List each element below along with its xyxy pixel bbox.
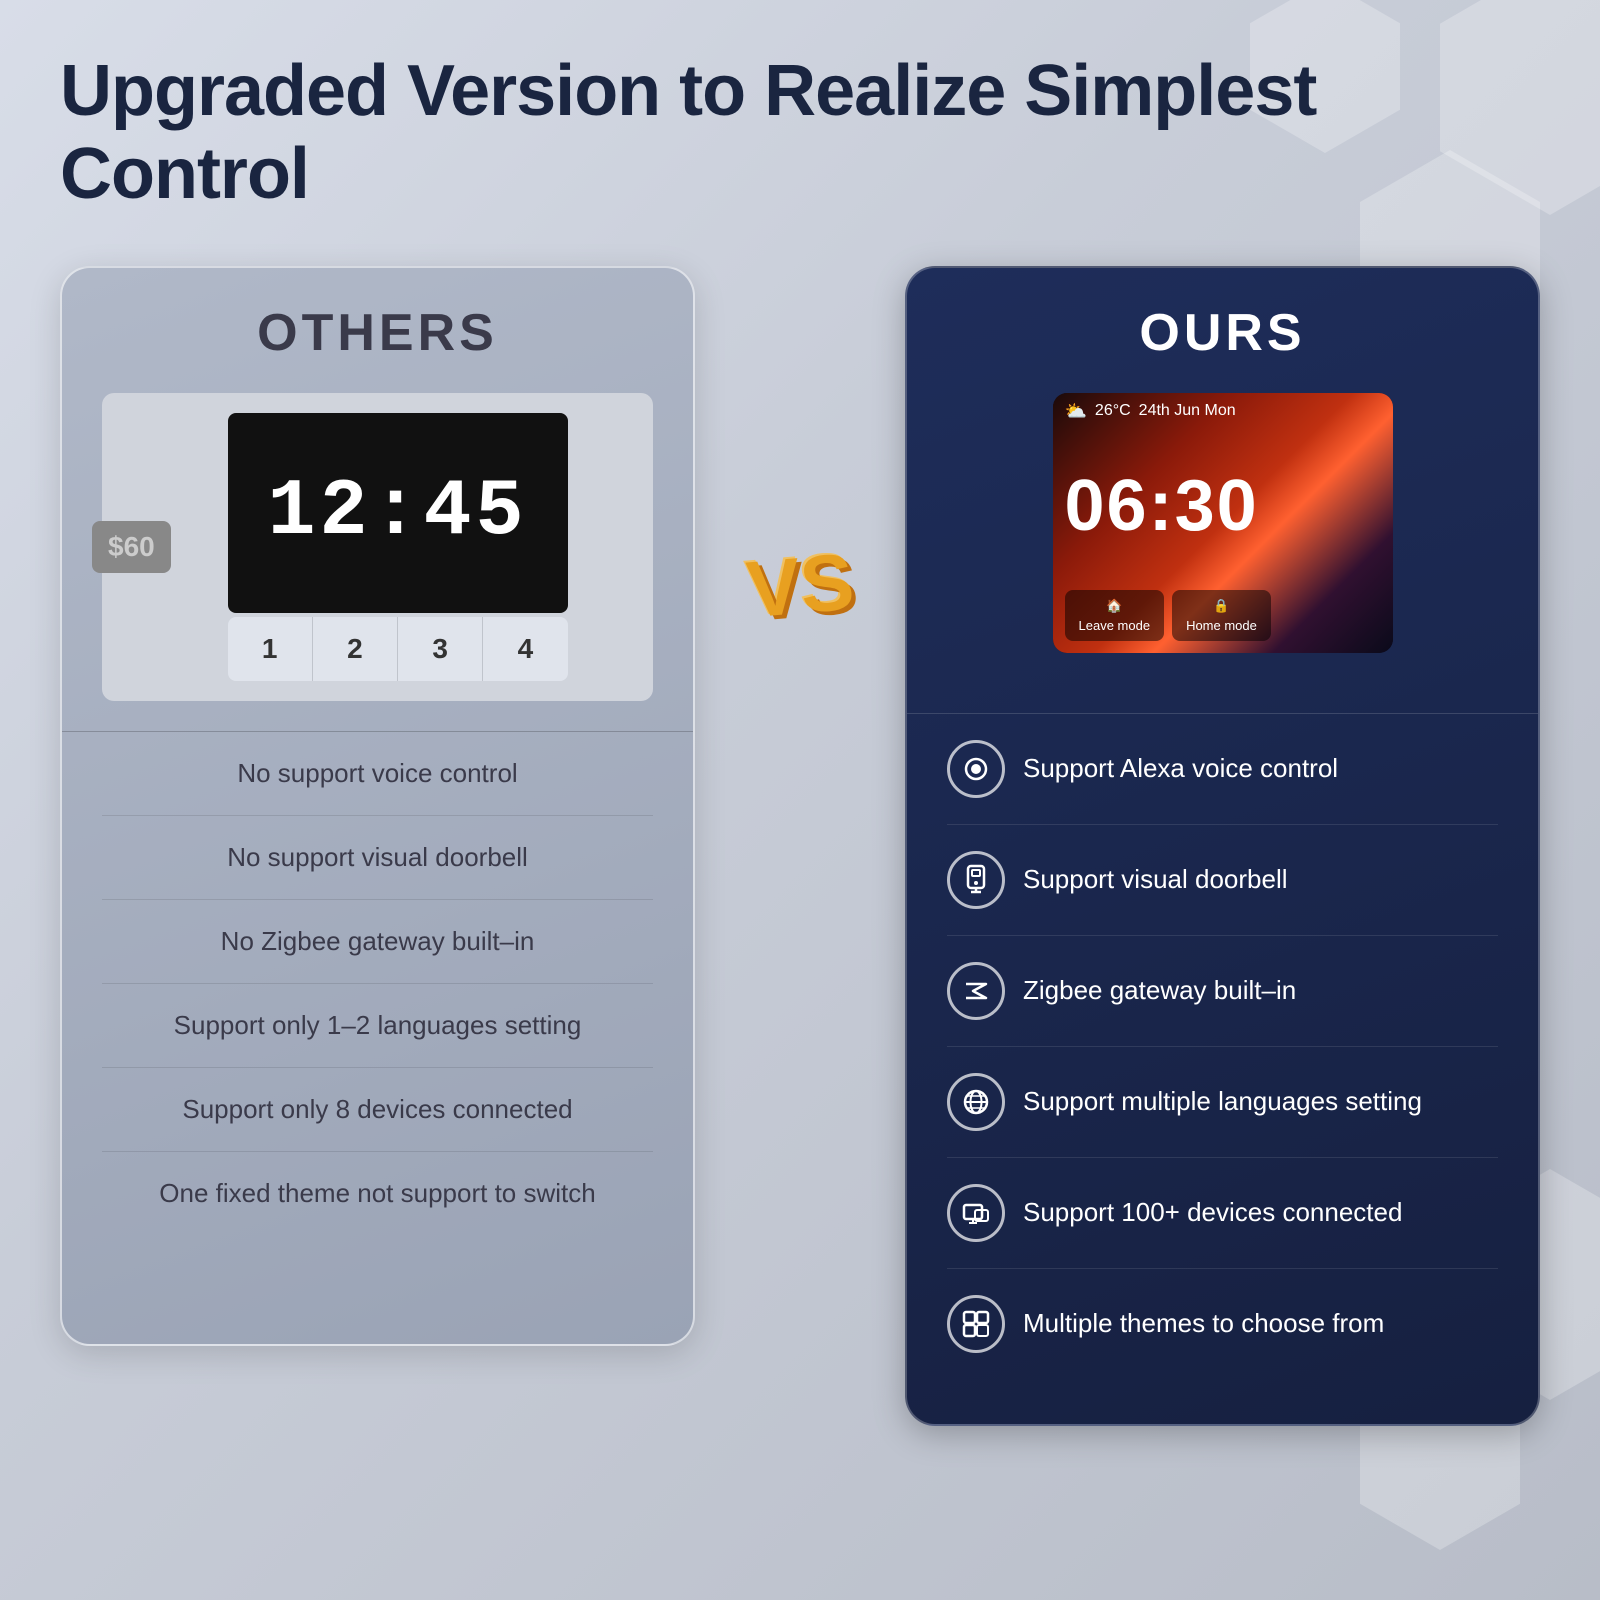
home-mode-label: Home mode	[1186, 618, 1257, 633]
clock-screen: 12:45	[228, 413, 568, 613]
price-badge: $60	[92, 521, 171, 573]
others-feature-5: Support only 8 devices connected	[102, 1068, 653, 1152]
btn-3: 3	[398, 617, 483, 681]
ours-card: OURS ⛅ 26°C 24th Jun Mon 06:30 🏠	[905, 266, 1540, 1426]
others-title: OTHERS	[102, 303, 653, 363]
button-row: 1 2 3 4	[228, 617, 568, 681]
btn-4: 4	[483, 617, 567, 681]
others-feature-text-6: One fixed theme not support to switch	[102, 1178, 653, 1209]
others-feature-3: No Zigbee gateway built–in	[102, 900, 653, 984]
btn-1: 1	[228, 617, 313, 681]
digital-clock: 12:45	[267, 467, 527, 558]
others-feature-text-4: Support only 1–2 languages setting	[102, 1010, 653, 1041]
weather-icon: ⛅	[1065, 401, 1087, 422]
language-icon	[947, 1073, 1005, 1131]
page-content: Upgraded Version to Realize Simplest Con…	[0, 0, 1600, 1476]
others-feature-text-1: No support voice control	[102, 758, 653, 789]
leave-mode-label: Leave mode	[1079, 618, 1151, 633]
home-mode-btn: 🔒 Home mode	[1172, 590, 1271, 641]
ours-device: ⛅ 26°C 24th Jun Mon 06:30 🏠 Leave mode �	[1053, 393, 1393, 653]
others-feature-1: No support voice control	[102, 732, 653, 816]
ours-title: OURS	[947, 303, 1498, 363]
others-feature-4: Support only 1–2 languages setting	[102, 984, 653, 1068]
ours-feature-5: Support 100+ devices connected	[947, 1158, 1498, 1269]
ours-device-wrapper: ⛅ 26°C 24th Jun Mon 06:30 🏠 Leave mode �	[947, 393, 1498, 683]
ours-feature-6: Multiple themes to choose from	[947, 1269, 1498, 1379]
others-feature-text-5: Support only 8 devices connected	[102, 1094, 653, 1125]
zigbee-icon	[947, 962, 1005, 1020]
others-device: $60 12:45 1 2 3 4	[102, 393, 653, 701]
weather-date: 24th Jun Mon	[1139, 402, 1236, 420]
alexa-icon	[947, 740, 1005, 798]
devices-icon	[947, 1184, 1005, 1242]
themes-icon	[947, 1295, 1005, 1353]
ours-feature-1: Support Alexa voice control	[947, 714, 1498, 825]
weather-temp: 26°C	[1095, 402, 1131, 420]
others-feature-text-3: No Zigbee gateway built–in	[102, 926, 653, 957]
others-feature-text-2: No support visual doorbell	[102, 842, 653, 873]
smart-clock: 06:30	[1053, 430, 1393, 582]
ours-feature-text-1: Support Alexa voice control	[1023, 750, 1498, 786]
screen-top-bar: ⛅ 26°C 24th Jun Mon	[1053, 393, 1393, 430]
btn-2: 2	[313, 617, 398, 681]
leave-mode-icon: 🏠	[1106, 598, 1122, 614]
doorbell-icon	[947, 851, 1005, 909]
ours-feature-2: Support visual doorbell	[947, 825, 1498, 936]
ours-feature-text-2: Support visual doorbell	[1023, 861, 1498, 897]
leave-mode-btn: 🏠 Leave mode	[1065, 590, 1165, 641]
ours-feature-text-6: Multiple themes to choose from	[1023, 1305, 1498, 1341]
others-feature-6: One fixed theme not support to switch	[102, 1152, 653, 1235]
ours-feature-text-4: Support multiple languages setting	[1023, 1083, 1498, 1119]
mode-buttons: 🏠 Leave mode 🔒 Home mode	[1053, 582, 1393, 653]
ours-feature-text-3: Zigbee gateway built–in	[1023, 972, 1498, 1008]
ours-feature-4: Support multiple languages setting	[947, 1047, 1498, 1158]
home-mode-icon: 🔒	[1213, 598, 1229, 614]
vs-wrapper: VS	[735, 546, 865, 626]
ours-feature-3: Zigbee gateway built–in	[947, 936, 1498, 1047]
vs-badge: VS	[743, 541, 856, 630]
smart-screen: ⛅ 26°C 24th Jun Mon 06:30 🏠 Leave mode �	[1053, 393, 1393, 653]
others-feature-2: No support visual doorbell	[102, 816, 653, 900]
ours-feature-text-5: Support 100+ devices connected	[1023, 1194, 1498, 1230]
comparison-section: OTHERS $60 12:45 1 2 3 4 No support voic…	[60, 266, 1540, 1426]
page-title: Upgraded Version to Realize Simplest Con…	[60, 50, 1540, 216]
others-card: OTHERS $60 12:45 1 2 3 4 No support voic…	[60, 266, 695, 1346]
